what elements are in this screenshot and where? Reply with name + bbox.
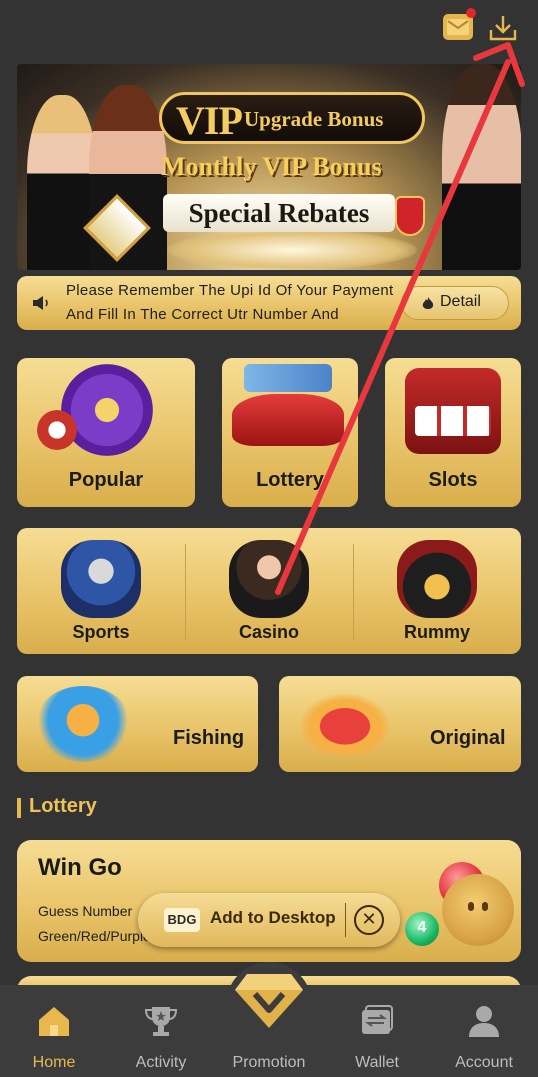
detail-button[interactable]: Detail — [401, 286, 509, 320]
add-to-desktop-label: Add to Desktop — [210, 908, 336, 927]
category-row-sports-casino-rummy: Sports Casino Rummy — [17, 528, 521, 654]
slot-reels-image — [415, 406, 491, 436]
nav-account-label: Account — [455, 1054, 513, 1071]
sports-players-image — [61, 540, 141, 618]
nav-home[interactable]: Home — [0, 985, 108, 1077]
casino-dealers-image — [229, 540, 309, 618]
close-icon[interactable]: ✕ — [354, 905, 384, 935]
nav-home-label: Home — [32, 1054, 76, 1071]
nav-promotion-label: Promotion — [232, 1054, 306, 1071]
category-original-label: Original — [430, 727, 506, 749]
speaker-icon — [33, 296, 48, 310]
banner-model-image — [27, 95, 97, 270]
notice-text: Please Remember The Upi Id Of Your Payme… — [66, 282, 394, 323]
mail-icon[interactable] — [443, 14, 473, 40]
category-lottery-label: Lottery — [256, 469, 324, 491]
promo-banner[interactable]: VIP Upgrade Bonus Monthly VIP Bonus Spec… — [17, 64, 521, 270]
chips-image — [37, 410, 77, 450]
rummy-cards-image — [397, 540, 477, 618]
category-fishing[interactable]: Fishing — [17, 676, 258, 772]
wingo-title: Win Go — [38, 854, 122, 881]
section-accent-bar — [17, 798, 21, 818]
green-ball-number: 4 — [417, 919, 427, 936]
divider — [345, 903, 346, 937]
category-fishing-label: Fishing — [173, 727, 245, 749]
add-to-desktop-popup[interactable]: BDG Add to Desktop ✕ — [138, 893, 400, 947]
roulette-image — [61, 364, 153, 456]
upgrade-bonus-text: Upgrade Bonus — [244, 107, 384, 131]
nav-account[interactable]: Account — [430, 985, 538, 1077]
level-up-badge-icon — [395, 196, 425, 236]
vip-text: VIP — [176, 98, 243, 143]
notification-dot — [466, 8, 476, 18]
category-popular-label: Popular — [68, 469, 144, 491]
aviator-plane-image — [295, 690, 395, 756]
nav-wallet-label: Wallet — [355, 1054, 399, 1071]
mascot-eye — [482, 902, 488, 911]
category-rummy[interactable]: Rummy — [353, 528, 521, 654]
category-original[interactable]: Original — [279, 676, 521, 772]
banner-podium — [167, 230, 417, 270]
promotion-diamond-icon[interactable] — [233, 968, 305, 1032]
lottery-tickets-image — [244, 364, 332, 392]
category-slots[interactable]: Slots — [385, 358, 521, 507]
nav-activity[interactable]: Activity — [107, 985, 215, 1077]
lottery-section-label: Lottery — [29, 795, 97, 817]
banner-model-image — [442, 64, 521, 270]
green-ball-icon: 4 — [405, 912, 439, 946]
nav-wallet[interactable]: Wallet — [323, 985, 431, 1077]
category-popular[interactable]: Popular — [17, 358, 195, 507]
category-casino-label: Casino — [238, 622, 299, 642]
download-icon[interactable] — [487, 12, 519, 44]
category-rummy-label: Rummy — [403, 622, 470, 642]
bdg-logo: BDG — [164, 908, 200, 932]
account-icon — [469, 1006, 499, 1037]
home-icon — [39, 1007, 69, 1036]
wallet-icon — [362, 1005, 393, 1034]
category-casino[interactable]: Casino — [185, 528, 353, 654]
lottery-car-image — [232, 394, 344, 446]
monthly-vip-bonus-text: Monthly VIP Bonus — [161, 152, 382, 181]
vip-pill: VIP Upgrade Bonus — [159, 92, 425, 144]
special-rebates-text: Special Rebates — [163, 194, 395, 232]
mascot-eye — [468, 902, 474, 911]
nav-activity-label: Activity — [135, 1054, 187, 1071]
fire-icon — [422, 297, 434, 309]
category-sports[interactable]: Sports — [17, 528, 185, 654]
mascot-icon — [442, 874, 514, 946]
trophy-icon — [144, 1007, 178, 1036]
category-slots-label: Slots — [428, 469, 478, 491]
category-sports-label: Sports — [72, 622, 130, 642]
notice-bar: Please Remember The Upi Id Of Your Payme… — [17, 276, 521, 330]
fishing-image — [35, 686, 131, 762]
detail-label: Detail — [440, 293, 481, 310]
wingo-description: Guess Number Green/Red/Purple — [38, 903, 148, 944]
category-lottery[interactable]: Lottery — [222, 358, 358, 507]
